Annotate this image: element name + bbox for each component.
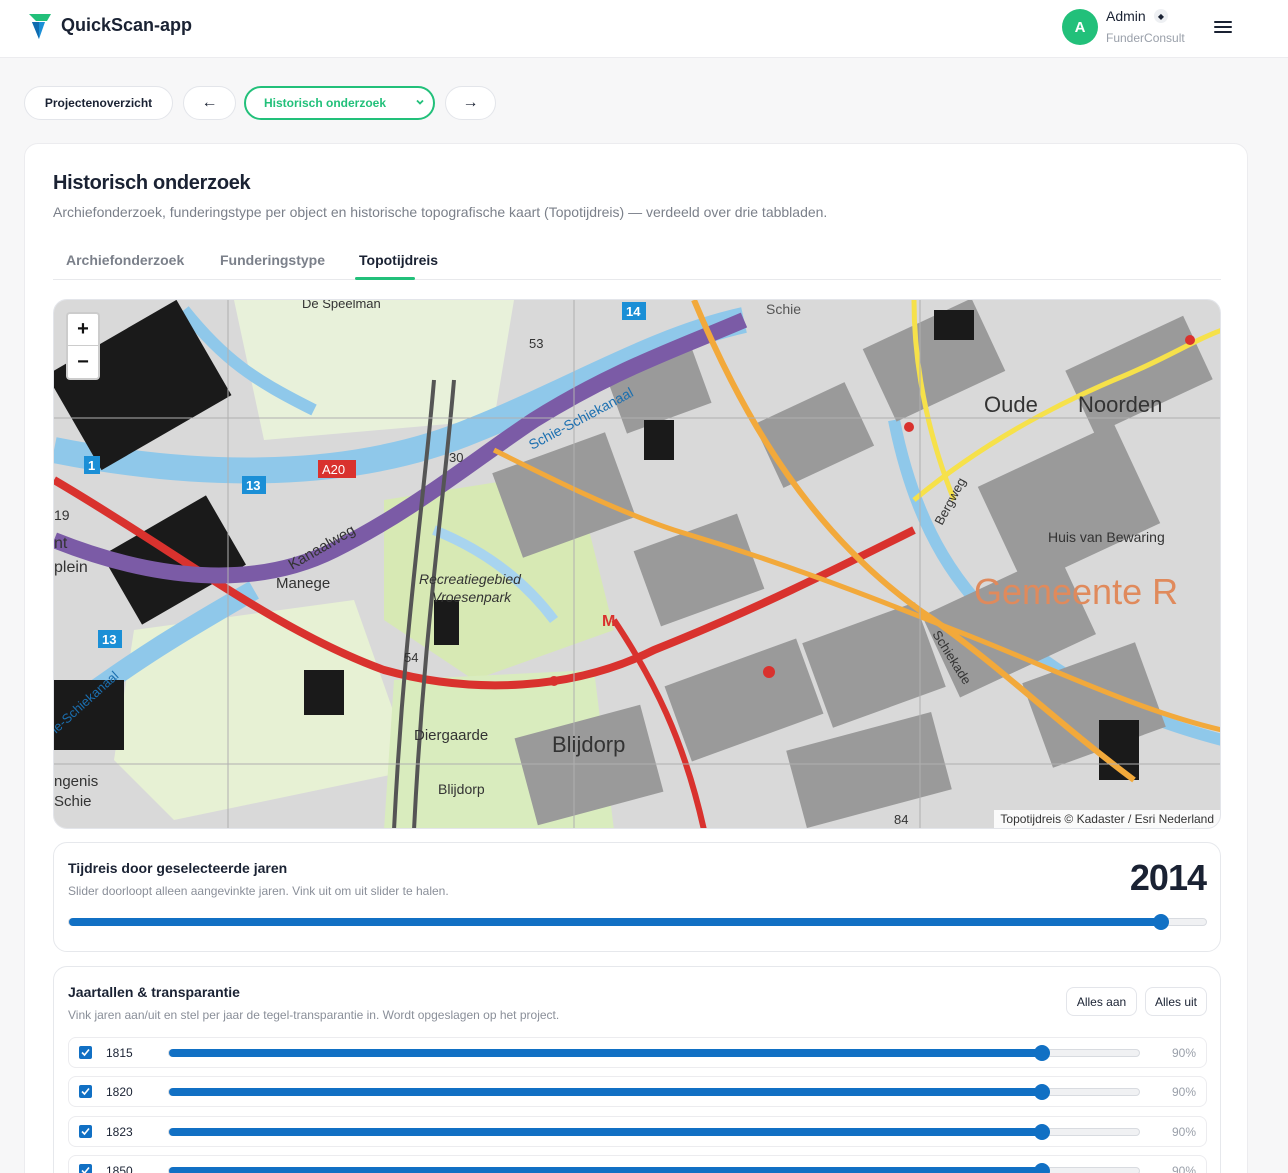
map-label-54: 54 bbox=[404, 650, 418, 665]
opacity-slider-thumb[interactable] bbox=[1034, 1163, 1050, 1173]
opacity-slider-thumb[interactable] bbox=[1034, 1045, 1050, 1061]
hamburger-menu-icon[interactable] bbox=[1212, 18, 1234, 36]
page-subtitle: Archiefonderzoek, funderingstype per obj… bbox=[53, 204, 828, 220]
years-transparency-panel: Jaartallen & transparantie Vink jaren aa… bbox=[53, 966, 1221, 1173]
tab-archiefonderzoek[interactable]: Archiefonderzoek bbox=[66, 252, 184, 268]
app-logo-icon[interactable] bbox=[28, 12, 52, 40]
shield-icon: ◆ bbox=[1154, 9, 1168, 23]
zoom-out-button[interactable]: − bbox=[68, 346, 98, 378]
year-label: 1815 bbox=[106, 1046, 133, 1060]
map-label-ngenis: ngenis bbox=[54, 773, 98, 790]
year-label: 1820 bbox=[106, 1085, 133, 1099]
opacity-value: 90% bbox=[1171, 1164, 1196, 1173]
map-label-noorden: Noorden bbox=[1078, 392, 1162, 417]
map-metro-icon: M bbox=[602, 613, 615, 630]
map-label-huis-van-bewaring: Huis van Bewaring bbox=[1048, 529, 1165, 545]
main-card: Historisch onderzoek Archiefonderzoek, f… bbox=[24, 143, 1248, 1173]
map-label-speelman: De Speelman bbox=[302, 300, 381, 311]
map-label-recreatiegebied: Recreatiegebied bbox=[419, 571, 522, 587]
map-attribution: Topotijdreis © Kadaster / Esri Nederland bbox=[994, 810, 1220, 828]
top-bar: QuickScan-app A Admin ◆ FunderConsult bbox=[0, 0, 1288, 58]
timeline-panel: Tijdreis door geselecteerde jaren Slider… bbox=[53, 842, 1221, 952]
current-year: 2014 bbox=[1129, 857, 1207, 898]
map-label-manege: Manege bbox=[276, 575, 330, 592]
opacity-slider[interactable] bbox=[168, 1045, 1140, 1061]
app-name[interactable]: QuickScan-app bbox=[61, 15, 192, 36]
timeline-slider[interactable] bbox=[68, 914, 1207, 930]
year-checkbox[interactable] bbox=[79, 1125, 92, 1138]
map-label-diergaarde: Diergaarde bbox=[414, 727, 488, 744]
opacity-value: 90% bbox=[1171, 1085, 1196, 1099]
next-section-button[interactable]: → bbox=[445, 86, 496, 120]
page-title: Historisch onderzoek bbox=[53, 172, 251, 194]
map-label-blijdorp-small: Blijdorp bbox=[438, 781, 485, 797]
user-organization: FunderConsult bbox=[1106, 31, 1185, 45]
opacity-slider-thumb[interactable] bbox=[1034, 1124, 1050, 1140]
map-label-schie-left: Schie bbox=[54, 793, 92, 810]
projects-overview-button[interactable]: Projectenoverzicht bbox=[24, 86, 173, 120]
timeline-subtitle: Slider doorloopt alleen aangevinkte jare… bbox=[68, 884, 449, 898]
opacity-slider-fill bbox=[169, 1088, 1042, 1096]
user-name: Admin bbox=[1106, 8, 1146, 24]
map-label-gemeente: Gemeente R bbox=[974, 571, 1178, 612]
map-zoom-control: + − bbox=[66, 312, 100, 380]
checkmark-icon bbox=[81, 1127, 90, 1136]
map-badge-1: 1 bbox=[88, 458, 95, 473]
map-badge-13b: 13 bbox=[102, 632, 116, 647]
year-label: 1823 bbox=[106, 1125, 133, 1139]
opacity-slider-fill bbox=[169, 1049, 1042, 1057]
map-label-plein: plein bbox=[54, 559, 88, 576]
map-label-vroesenpark: Vroesenpark bbox=[432, 589, 512, 605]
map-badge-13a: 13 bbox=[246, 478, 260, 493]
section-select-value: Historisch onderzoek bbox=[264, 96, 387, 110]
checkmark-icon bbox=[81, 1048, 90, 1057]
map-label-oude: Oude bbox=[984, 392, 1038, 417]
opacity-slider-fill bbox=[169, 1167, 1042, 1173]
all-on-button[interactable]: Alles aan bbox=[1066, 987, 1137, 1016]
opacity-slider[interactable] bbox=[168, 1163, 1140, 1173]
tab-topotijdreis[interactable]: Topotijdreis bbox=[359, 252, 438, 268]
zoom-in-button[interactable]: + bbox=[68, 314, 98, 346]
year-checkbox[interactable] bbox=[79, 1085, 92, 1098]
map-label-schie-top: Schie bbox=[766, 301, 801, 317]
year-checkbox[interactable] bbox=[79, 1164, 92, 1173]
year-row: 1850 90% bbox=[68, 1155, 1207, 1173]
timeline-slider-thumb[interactable] bbox=[1152, 914, 1169, 930]
year-label: 1850 bbox=[106, 1164, 133, 1173]
checkmark-icon bbox=[81, 1166, 90, 1173]
timeline-title: Tijdreis door geselecteerde jaren bbox=[68, 860, 288, 876]
section-select[interactable]: Historisch onderzoek bbox=[244, 86, 435, 120]
active-tab-indicator bbox=[355, 277, 415, 280]
opacity-slider-fill bbox=[169, 1128, 1042, 1136]
tab-bar: Archiefonderzoek Funderingstype Topotijd… bbox=[53, 240, 1221, 280]
map-label-30: 30 bbox=[449, 450, 463, 465]
year-checkbox[interactable] bbox=[79, 1046, 92, 1059]
year-row: 1823 90% bbox=[68, 1116, 1207, 1147]
opacity-value: 90% bbox=[1171, 1046, 1196, 1060]
year-row: 1820 90% bbox=[68, 1076, 1207, 1107]
year-row: 1815 90% bbox=[68, 1037, 1207, 1068]
opacity-value: 90% bbox=[1171, 1125, 1196, 1139]
topo-map[interactable]: De Speelman Schie 53 30 19 nt plein 54 8… bbox=[53, 299, 1221, 829]
map-badge-14: 14 bbox=[626, 304, 641, 319]
opacity-slider-thumb[interactable] bbox=[1034, 1084, 1050, 1100]
years-panel-title: Jaartallen & transparantie bbox=[68, 984, 240, 1000]
map-label-a20: A20 bbox=[322, 462, 345, 477]
timeline-slider-fill bbox=[69, 918, 1161, 926]
map-label-19: 19 bbox=[54, 507, 70, 523]
years-panel-subtitle: Vink jaren aan/uit en stel per jaar de t… bbox=[68, 1008, 560, 1022]
opacity-slider[interactable] bbox=[168, 1084, 1140, 1100]
checkmark-icon bbox=[81, 1087, 90, 1096]
avatar[interactable]: A bbox=[1062, 9, 1098, 45]
map-tiles[interactable]: De Speelman Schie 53 30 19 nt plein 54 8… bbox=[54, 300, 1221, 829]
map-label-nt: nt bbox=[54, 535, 68, 552]
previous-section-button[interactable]: ← bbox=[183, 86, 236, 120]
map-label-84: 84 bbox=[894, 812, 908, 827]
map-label-blijdorp: Blijdorp bbox=[552, 732, 625, 757]
map-label-53: 53 bbox=[529, 336, 543, 351]
chevron-down-icon bbox=[416, 99, 424, 105]
tab-funderingstype[interactable]: Funderingstype bbox=[220, 252, 325, 268]
opacity-slider[interactable] bbox=[168, 1124, 1140, 1140]
all-off-button[interactable]: Alles uit bbox=[1145, 987, 1207, 1016]
